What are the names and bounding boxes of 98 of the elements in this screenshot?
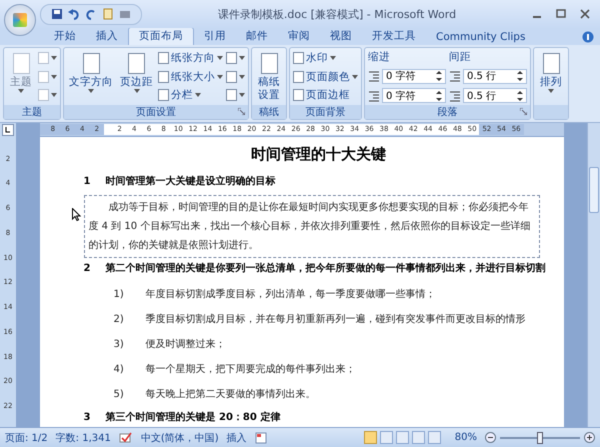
ribbon-tab[interactable]: 审阅 [278,28,320,45]
ribbon-button[interactable]: 页面颜色 [293,68,358,84]
page-count[interactable]: 页面: 1/2 [5,430,48,444]
section-heading: 第三个时间管理的关键是 20：80 定律 [106,411,280,425]
caret-icon [239,74,245,78]
ribbon-tab[interactable]: 开发工具 [362,28,426,45]
list-number: 5) [114,388,125,402]
ribbon-tab[interactable]: 开始 [44,28,86,45]
ribbon-icon-button[interactable] [226,50,245,66]
ribbon-button[interactable]: 稿纸 设置 [255,50,283,102]
list-number: 1) [114,288,125,302]
caret-icon [18,89,24,94]
ribbon-tab[interactable]: 引用 [194,28,236,45]
word-count[interactable]: 字数: 1,341 [56,430,111,444]
zoom-slider-thumb[interactable] [537,432,543,444]
window-title: 课件录制模板.doc [兼容模式] - Microsoft Word [216,6,458,22]
zoom-in-icon[interactable] [584,432,595,443]
caret-icon [239,93,245,97]
caret-icon [352,74,358,78]
ribbon-tab[interactable]: 视图 [320,28,362,45]
vertical-scrollbar[interactable] [587,123,600,427]
caret-icon [239,56,245,60]
ribbon-tab[interactable]: 页面布局 [128,27,194,45]
list-item: 每一个星期天，把下周要完成的每件事列出来； [146,362,356,376]
zoom-out-icon[interactable] [485,432,496,443]
ribbon-button[interactable]: 纸张方向 [158,50,223,66]
heading-number: 3 [84,411,92,425]
spacing-icon [368,70,380,82]
insert-mode[interactable]: 插入 [226,430,247,444]
paragraph: 成功等于目标，时间管理的目的是让你在最短时间内实现更多你想要实现的目标；你必须把今年度 4 到 10 个目标写出来，找出一个核心目标，并依次排列重要性，然后依照你的目标设定一些详细的计划，你的关键就是依照计划进行。 [88,200,532,253]
group-label: 页面设置 [136,106,176,119]
spinner-field[interactable]: 0.5 行 [463,88,527,103]
caret-icon [88,89,94,94]
caret-icon [134,89,140,94]
spinner-field[interactable]: 0 字符 [382,68,446,84]
list-item: 每天晚上把第二天要做的事情列出来。 [146,388,316,402]
caret-icon [330,56,336,60]
list-number: 3) [114,338,125,352]
mouse-pointer-icon [72,208,80,221]
help-icon[interactable] [582,30,594,42]
section-heading: 第二个时间管理的关键是你要列一张总清单，把今年所要做的每一件事情都列出来，并进行目标切割 [106,262,546,276]
tab-selector-icon[interactable] [2,124,14,136]
language-indicator[interactable]: 中文(简体，中国) [140,430,219,444]
spin-arrows-icon[interactable] [436,70,442,82]
spacing-icon [449,70,461,82]
caret-icon [217,74,223,78]
close-icon[interactable] [580,9,590,19]
spinner-field[interactable]: 0.5 行 [463,68,527,84]
maximize-icon[interactable] [556,9,566,19]
document-title: 时间管理的十大关键 [250,145,387,165]
zoom-level[interactable]: 80% [454,432,477,443]
spinner-field[interactable]: 0 字符 [382,88,446,103]
section-heading: 时间管理第一大关键是设立明确的目标 [106,175,276,189]
save-icon[interactable] [51,8,63,20]
ribbon-button[interactable]: 排列 [537,50,565,94]
heading-number: 2 [84,262,92,276]
spacing-icon [368,90,380,102]
spin-arrows-icon[interactable] [436,90,442,102]
dialog-launcher-icon[interactable] [238,108,245,115]
proofing-icon[interactable] [118,432,133,444]
ribbon-button[interactable]: 页边距 [118,50,155,94]
group-label: 稿纸 [259,106,279,119]
ribbon-button[interactable]: 页面边框 [293,87,358,103]
list-item: 季度目标切割成月目标，并在每月初重新再列一遍，碰到有突发事件而更改目标的情形 [146,312,526,326]
ribbon-button[interactable]: 分栏 [158,87,223,103]
spin-arrows-icon[interactable] [517,90,523,102]
list-item: 便及时调整过来； [146,338,226,352]
spacing-icon [449,90,461,102]
dialog-launcher-icon[interactable] [520,108,527,115]
group-label: 主题 [22,106,42,119]
ribbon-icon-button[interactable] [226,87,245,103]
caret-icon [51,93,57,97]
document-icon[interactable] [102,8,114,20]
list-item: 年度目标切割成季度目标，列出清单，每一季度要做哪一些事情； [146,288,436,302]
ribbon-tab[interactable]: 插入 [86,28,128,45]
group-label: 段落 [438,106,458,119]
redo-icon[interactable] [85,8,97,20]
ribbon-button[interactable]: 纸张大小 [158,68,223,84]
ribbon-button[interactable]: 文字方向 [67,50,115,94]
group-caption: 间距 [449,50,472,64]
group-label: 页面背景 [306,106,346,119]
caret-icon [195,93,201,97]
caret-icon [548,89,554,94]
ribbon-tab[interactable]: 邮件 [236,28,278,45]
list-number: 4) [114,362,125,376]
group-caption: 缩进 [368,50,391,64]
macro-icon[interactable] [254,432,267,444]
heading-number: 1 [84,175,92,189]
group-label-bar [534,105,568,119]
caret-icon [217,56,223,60]
ribbon-button[interactable]: 水印 [293,50,358,66]
spin-arrows-icon[interactable] [517,70,523,82]
ribbon-icon-button[interactable] [226,68,245,84]
ribbon-tab[interactable]: Community Clips [426,30,536,45]
list-number: 2) [114,312,125,326]
caret-icon [51,56,57,60]
caret-icon [51,74,57,78]
undo-icon[interactable] [68,8,80,20]
